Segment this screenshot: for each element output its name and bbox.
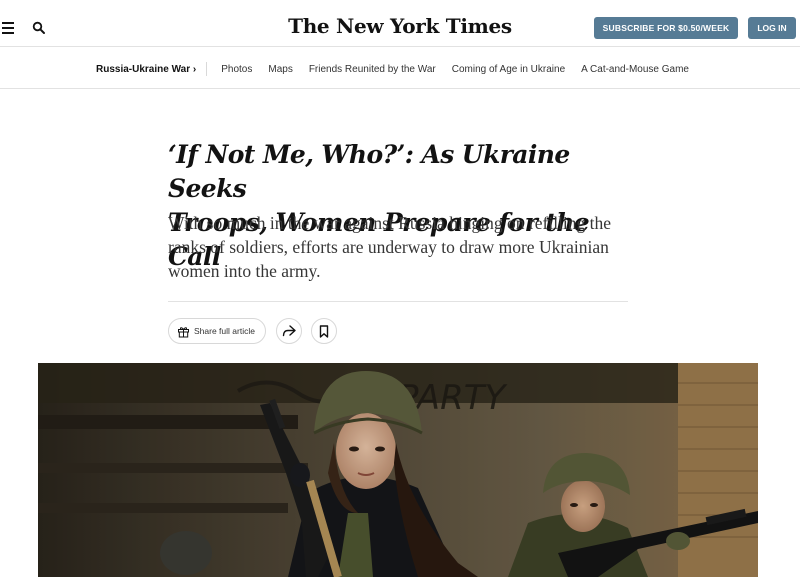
section-link-russia-ukraine-war[interactable]: Russia-Ukraine War › bbox=[96, 64, 206, 75]
menu-icon[interactable] bbox=[2, 22, 14, 34]
search-icon[interactable] bbox=[32, 21, 46, 35]
nav-divider bbox=[0, 88, 800, 89]
gift-icon bbox=[178, 326, 189, 337]
nav-link-cat-and-mouse[interactable]: A Cat-and-Mouse Game bbox=[581, 64, 689, 75]
article-divider bbox=[168, 301, 628, 302]
save-bookmark-button[interactable] bbox=[311, 318, 337, 344]
bookmark-icon bbox=[319, 324, 329, 338]
nav-link-photos[interactable]: Photos bbox=[221, 64, 252, 75]
headline-line-1: ‘If Not Me, Who?’: As Ukraine Seeks bbox=[168, 140, 570, 203]
article-lead-photo: PARTY bbox=[38, 363, 758, 577]
login-button[interactable]: LOG IN bbox=[748, 17, 796, 39]
share-full-article-button[interactable]: Share full article bbox=[168, 318, 266, 344]
section-nav: Russia-Ukraine War › Photos Maps Friends… bbox=[0, 47, 800, 89]
nav-separator bbox=[206, 62, 208, 76]
share-full-article-label: Share full article bbox=[194, 326, 255, 336]
photo-women-soldiers-training: PARTY bbox=[38, 363, 758, 577]
nav-link-friends-reunited[interactable]: Friends Reunited by the War bbox=[309, 64, 436, 75]
share-button[interactable] bbox=[276, 318, 302, 344]
masthead-logo[interactable]: The New York Times bbox=[250, 14, 550, 38]
nav-link-coming-of-age[interactable]: Coming of Age in Ukraine bbox=[452, 64, 565, 75]
nav-link-maps[interactable]: Maps bbox=[268, 64, 292, 75]
article-summary: With so much in the war against Russia h… bbox=[168, 213, 612, 281]
subscribe-button[interactable]: SUBSCRIBE FOR $0.50/WEEK bbox=[594, 17, 738, 39]
share-arrow-icon bbox=[282, 325, 296, 337]
